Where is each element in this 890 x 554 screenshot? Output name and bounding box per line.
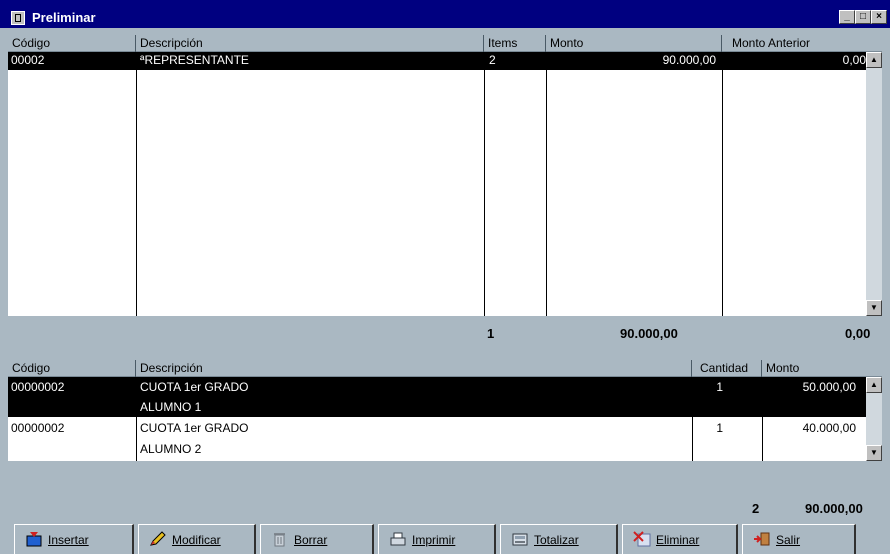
insertar-label: Insertar <box>48 533 89 547</box>
top-grid-header: Código Descripción Items Monto Monto Ant… <box>8 35 882 52</box>
pencil-icon <box>150 531 166 546</box>
col-divider <box>484 52 485 316</box>
col-divider <box>722 52 723 316</box>
scroll-down-icon[interactable]: ▼ <box>866 300 882 316</box>
insertar-button[interactable]: Insertar <box>14 524 134 554</box>
table-row[interactable]: 00000002 CUOTA 1er GRADO ALUMNO 1 1 50.0… <box>8 377 866 417</box>
col-header-descripcion[interactable]: Descripción <box>136 35 484 52</box>
cell-monto-anterior: 0,00 <box>842 53 866 67</box>
app-icon[interactable] <box>11 11 25 25</box>
trash-icon <box>274 533 285 547</box>
printer-icon <box>390 532 406 546</box>
preliminar-window: Preliminar _ □ × Código Descripción Item… <box>0 0 890 554</box>
cell-codigo: 00002 <box>11 53 45 67</box>
modificar-button[interactable]: Modificar <box>138 524 256 554</box>
col-header-descripcion[interactable]: Descripción <box>136 360 692 377</box>
total-monto: 90.000,00 <box>620 326 678 341</box>
scroll-up-icon[interactable]: ▲ <box>866 377 882 393</box>
bottom-grid[interactable]: Código Descripción Cantidad Monto 000000… <box>8 360 882 461</box>
calculator-icon <box>512 533 528 546</box>
close-button[interactable]: × <box>871 10 887 24</box>
borrar-button[interactable]: Borrar <box>260 524 374 554</box>
table-row[interactable]: 00000002 CUOTA 1er GRADO ALUMNO 2 1 40.0… <box>8 420 866 461</box>
col-header-monto[interactable]: Monto <box>546 35 722 52</box>
scroll-down-icon[interactable]: ▼ <box>866 445 882 461</box>
col-header-items[interactable]: Items <box>484 35 546 52</box>
title-bar[interactable]: Preliminar _ □ × <box>0 0 890 28</box>
cell-codigo: 00000002 <box>11 421 65 435</box>
modificar-label: Modificar <box>172 533 221 547</box>
cell-items: 2 <box>489 53 496 67</box>
window-title: Preliminar <box>32 10 96 25</box>
col-divider <box>546 52 547 316</box>
col-header-cantidad[interactable]: Cantidad <box>692 360 762 377</box>
salir-button[interactable]: Salir <box>742 524 856 554</box>
top-grid[interactable]: Código Descripción Items Monto Monto Ant… <box>8 35 882 316</box>
col-header-monto[interactable]: Monto <box>762 360 882 377</box>
col-header-codigo[interactable]: Código <box>8 360 136 377</box>
cell-monto: 50.000,00 <box>802 380 856 394</box>
borrar-label: Borrar <box>294 533 328 547</box>
table-row[interactable]: 00002 ªREPRESENTANTE 2 90.000,00 0,00 <box>8 52 866 70</box>
cell-descripcion-line1: CUOTA 1er GRADO <box>140 421 249 435</box>
scroll-up-icon[interactable]: ▲ <box>866 52 882 68</box>
eliminar-button[interactable]: Eliminar <box>622 524 738 554</box>
title-inner: Preliminar <box>10 8 890 28</box>
totalizar-button[interactable]: Totalizar <box>500 524 618 554</box>
maximize-button[interactable]: □ <box>855 10 871 24</box>
total-monto-anterior: 0,00 <box>845 326 871 341</box>
cell-cantidad: 1 <box>716 421 723 435</box>
col-header-codigo[interactable]: Código <box>8 35 136 52</box>
cell-monto: 40.000,00 <box>802 421 856 435</box>
bottom-grid-header: Código Descripción Cantidad Monto <box>8 360 882 377</box>
exit-icon <box>754 532 770 546</box>
total-items: 1 <box>487 326 495 341</box>
cell-descripcion: ªREPRESENTANTE <box>140 53 249 67</box>
bottom-grid-scrollbar[interactable]: ▲ ▼ <box>866 377 882 461</box>
col-divider <box>136 52 137 316</box>
imprimir-button[interactable]: Imprimir <box>378 524 496 554</box>
total-cantidad: 2 <box>752 501 760 516</box>
total-monto: 90.000,00 <box>805 501 863 516</box>
cell-descripcion-line1: CUOTA 1er GRADO <box>140 380 249 394</box>
totalizar-label: Totalizar <box>534 533 579 547</box>
top-grid-scrollbar[interactable]: ▲ ▼ <box>866 52 882 316</box>
cell-cantidad: 1 <box>716 380 723 394</box>
delete-icon <box>633 531 651 547</box>
eliminar-label: Eliminar <box>656 533 700 547</box>
cell-monto: 90.000,00 <box>662 53 716 67</box>
salir-label: Salir <box>776 533 801 547</box>
imprimir-label: Imprimir <box>412 533 456 547</box>
minimize-button[interactable]: _ <box>839 10 855 24</box>
cell-descripcion-line2: ALUMNO 2 <box>140 442 202 456</box>
col-header-monto-anterior[interactable]: Monto Anterior <box>722 35 882 52</box>
cell-descripcion-line2: ALUMNO 1 <box>140 400 202 414</box>
cell-codigo: 00000002 <box>11 380 65 394</box>
insert-icon <box>26 532 42 547</box>
